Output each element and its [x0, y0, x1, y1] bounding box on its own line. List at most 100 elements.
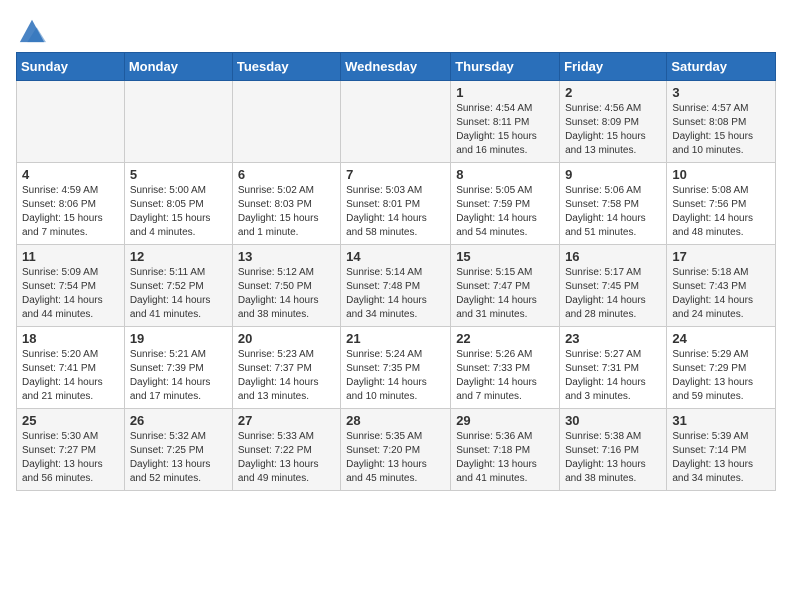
day-info: Sunrise: 5:06 AMSunset: 7:58 PMDaylight:…	[565, 184, 661, 240]
day-number: 17	[672, 249, 770, 264]
calendar-cell: 24Sunrise: 5:29 AMSunset: 7:29 PMDayligh…	[667, 327, 776, 409]
day-info: Sunrise: 5:08 AMSunset: 7:56 PMDaylight:…	[672, 184, 770, 240]
day-info: Sunrise: 4:54 AMSunset: 8:11 PMDaylight:…	[456, 102, 554, 158]
day-number: 11	[22, 249, 119, 264]
day-number: 8	[456, 167, 554, 182]
calendar-cell: 12 Sunrise: 5:11 AMSunset: 7:52 PMDayligh…	[124, 245, 232, 327]
day-info: Sunrise: 5:15 AMSunset: 7:47 PMDaylight:…	[456, 266, 554, 322]
day-number: 29	[456, 413, 554, 428]
logo-icon	[18, 16, 46, 44]
day-of-week-header: Wednesday	[341, 53, 451, 81]
day-info: Sunrise: 5:12 AMSunset: 7:50 PMDaylight:…	[238, 266, 335, 322]
day-of-week-header: Sunday	[17, 53, 125, 81]
calendar-cell: 13Sunrise: 5:12 AMSunset: 7:50 PMDayligh…	[232, 245, 340, 327]
calendar-table: SundayMondayTuesdayWednesdayThursdayFrid…	[16, 52, 776, 491]
calendar-week-row: 11 Sunrise: 5:09 AMSunset: 7:54 PMDayligh…	[17, 245, 776, 327]
calendar-cell	[17, 81, 125, 163]
day-number: 2	[565, 85, 661, 100]
calendar-cell: 2 Sunrise: 4:56 AMSunset: 8:09 PMDaylight…	[560, 81, 667, 163]
day-info: Sunrise: 4:56 AMSunset: 8:09 PMDaylight:…	[565, 102, 661, 158]
calendar-week-row: 1 Sunrise: 4:54 AMSunset: 8:11 PMDaylight…	[17, 81, 776, 163]
day-number: 4	[22, 167, 119, 182]
page-header	[16, 16, 776, 44]
calendar-header-row: SundayMondayTuesdayWednesdayThursdayFrid…	[17, 53, 776, 81]
day-number: 23	[565, 331, 661, 346]
calendar-cell	[124, 81, 232, 163]
day-info: Sunrise: 4:57 AMSunset: 8:08 PMDaylight:…	[672, 102, 770, 158]
calendar-cell: 7 Sunrise: 5:03 AMSunset: 8:01 PMDaylight…	[341, 163, 451, 245]
calendar-cell: 29 Sunrise: 5:36 AMSunset: 7:18 PMDayligh…	[451, 409, 560, 491]
day-info: Sunrise: 4:59 AMSunset: 8:06 PMDaylight:…	[22, 184, 119, 240]
day-info: Sunrise: 5:20 AMSunset: 7:41 PMDaylight:…	[22, 348, 119, 404]
calendar-cell: 27 Sunrise: 5:33 AMSunset: 7:22 PMDayligh…	[232, 409, 340, 491]
calendar-cell: 25 Sunrise: 5:30 AMSunset: 7:27 PMDayligh…	[17, 409, 125, 491]
day-info: Sunrise: 5:05 AMSunset: 7:59 PMDaylight:…	[456, 184, 554, 240]
calendar-cell: 20Sunrise: 5:23 AMSunset: 7:37 PMDayligh…	[232, 327, 340, 409]
day-info: Sunrise: 5:38 AMSunset: 7:16 PMDaylight:…	[565, 430, 661, 486]
day-number: 26	[130, 413, 227, 428]
calendar-cell: 1 Sunrise: 4:54 AMSunset: 8:11 PMDaylight…	[451, 81, 560, 163]
calendar-cell: 9Sunrise: 5:06 AMSunset: 7:58 PMDaylight…	[560, 163, 667, 245]
day-number: 25	[22, 413, 119, 428]
day-info: Sunrise: 5:35 AMSunset: 7:20 PMDaylight:…	[346, 430, 445, 486]
day-info: Sunrise: 5:39 AMSunset: 7:14 PMDaylight:…	[672, 430, 770, 486]
day-number: 5	[130, 167, 227, 182]
day-of-week-header: Monday	[124, 53, 232, 81]
calendar-cell: 30Sunrise: 5:38 AMSunset: 7:16 PMDayligh…	[560, 409, 667, 491]
day-info: Sunrise: 5:00 AMSunset: 8:05 PMDaylight:…	[130, 184, 227, 240]
day-number: 15	[456, 249, 554, 264]
day-number: 3	[672, 85, 770, 100]
calendar-cell: 18Sunrise: 5:20 AMSunset: 7:41 PMDayligh…	[17, 327, 125, 409]
calendar-cell: 17 Sunrise: 5:18 AMSunset: 7:43 PMDayligh…	[667, 245, 776, 327]
day-info: Sunrise: 5:27 AMSunset: 7:31 PMDaylight:…	[565, 348, 661, 404]
day-info: Sunrise: 5:21 AMSunset: 7:39 PMDaylight:…	[130, 348, 227, 404]
calendar-cell: 28 Sunrise: 5:35 AMSunset: 7:20 PMDayligh…	[341, 409, 451, 491]
day-number: 16	[565, 249, 661, 264]
day-info: Sunrise: 5:02 AMSunset: 8:03 PMDaylight:…	[238, 184, 335, 240]
calendar-week-row: 25 Sunrise: 5:30 AMSunset: 7:27 PMDayligh…	[17, 409, 776, 491]
day-info: Sunrise: 5:24 AMSunset: 7:35 PMDaylight:…	[346, 348, 445, 404]
day-number: 14	[346, 249, 445, 264]
day-number: 19	[130, 331, 227, 346]
calendar-cell: 14 Sunrise: 5:14 AMSunset: 7:48 PMDayligh…	[341, 245, 451, 327]
day-of-week-header: Tuesday	[232, 53, 340, 81]
day-number: 28	[346, 413, 445, 428]
day-number: 22	[456, 331, 554, 346]
calendar-week-row: 4 Sunrise: 4:59 AMSunset: 8:06 PMDaylight…	[17, 163, 776, 245]
calendar-cell: 21 Sunrise: 5:24 AMSunset: 7:35 PMDayligh…	[341, 327, 451, 409]
day-info: Sunrise: 5:18 AMSunset: 7:43 PMDaylight:…	[672, 266, 770, 322]
day-number: 27	[238, 413, 335, 428]
calendar-cell	[341, 81, 451, 163]
day-info: Sunrise: 5:36 AMSunset: 7:18 PMDaylight:…	[456, 430, 554, 486]
calendar-cell: 15 Sunrise: 5:15 AMSunset: 7:47 PMDayligh…	[451, 245, 560, 327]
day-of-week-header: Thursday	[451, 53, 560, 81]
day-number: 12	[130, 249, 227, 264]
day-number: 1	[456, 85, 554, 100]
calendar-cell: 23 Sunrise: 5:27 AMSunset: 7:31 PMDayligh…	[560, 327, 667, 409]
day-number: 7	[346, 167, 445, 182]
day-info: Sunrise: 5:26 AMSunset: 7:33 PMDaylight:…	[456, 348, 554, 404]
calendar-cell: 5 Sunrise: 5:00 AMSunset: 8:05 PMDaylight…	[124, 163, 232, 245]
calendar-cell: 22 Sunrise: 5:26 AMSunset: 7:33 PMDayligh…	[451, 327, 560, 409]
day-number: 20	[238, 331, 335, 346]
logo	[16, 16, 46, 44]
calendar-cell: 11 Sunrise: 5:09 AMSunset: 7:54 PMDayligh…	[17, 245, 125, 327]
calendar-cell: 4 Sunrise: 4:59 AMSunset: 8:06 PMDaylight…	[17, 163, 125, 245]
day-info: Sunrise: 5:14 AMSunset: 7:48 PMDaylight:…	[346, 266, 445, 322]
calendar-cell: 8 Sunrise: 5:05 AMSunset: 7:59 PMDaylight…	[451, 163, 560, 245]
day-number: 6	[238, 167, 335, 182]
calendar-cell: 26 Sunrise: 5:32 AMSunset: 7:25 PMDayligh…	[124, 409, 232, 491]
day-info: Sunrise: 5:09 AMSunset: 7:54 PMDaylight:…	[22, 266, 119, 322]
calendar-cell	[232, 81, 340, 163]
day-info: Sunrise: 5:33 AMSunset: 7:22 PMDaylight:…	[238, 430, 335, 486]
day-info: Sunrise: 5:03 AMSunset: 8:01 PMDaylight:…	[346, 184, 445, 240]
day-info: Sunrise: 5:17 AMSunset: 7:45 PMDaylight:…	[565, 266, 661, 322]
day-number: 21	[346, 331, 445, 346]
day-info: Sunrise: 5:30 AMSunset: 7:27 PMDaylight:…	[22, 430, 119, 486]
day-number: 10	[672, 167, 770, 182]
calendar-cell: 3 Sunrise: 4:57 AMSunset: 8:08 PMDaylight…	[667, 81, 776, 163]
day-info: Sunrise: 5:11 AMSunset: 7:52 PMDaylight:…	[130, 266, 227, 322]
day-info: Sunrise: 5:32 AMSunset: 7:25 PMDaylight:…	[130, 430, 227, 486]
calendar-cell: 6 Sunrise: 5:02 AMSunset: 8:03 PMDaylight…	[232, 163, 340, 245]
day-of-week-header: Friday	[560, 53, 667, 81]
